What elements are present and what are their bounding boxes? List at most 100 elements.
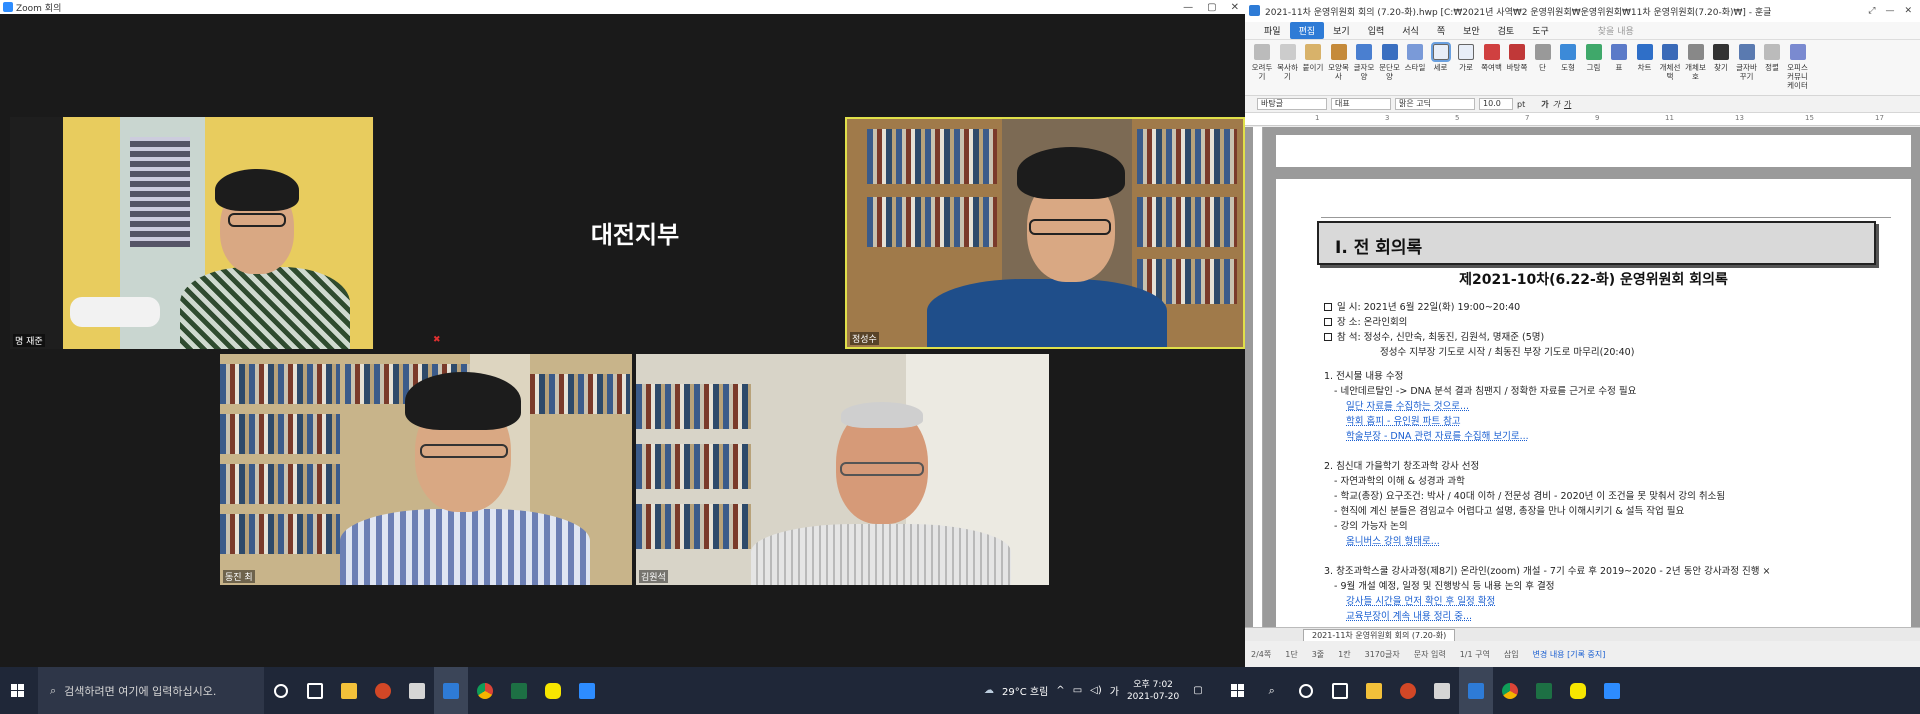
kakaotalk-icon-2[interactable] [1561, 667, 1595, 714]
notification-icon[interactable]: ▢ [1193, 685, 1202, 696]
taskbar-search[interactable]: ⌕ 검색하려면 여기에 입력하십시오. [38, 667, 264, 714]
char-shape-button[interactable]: 글자모양 [1353, 44, 1375, 81]
picture-icon [1585, 44, 1602, 60]
kakaotalk-icon[interactable] [536, 667, 570, 714]
format-copy-button[interactable]: 모양복사 [1328, 44, 1350, 81]
vertical-ruler[interactable] [1253, 127, 1263, 627]
sort-button[interactable]: 정렬 [1761, 44, 1783, 72]
portrait-button[interactable]: 세로 [1430, 42, 1452, 72]
close-icon[interactable]: ✕ [1904, 6, 1912, 16]
start-button-2[interactable] [1221, 667, 1255, 714]
chart-button[interactable]: 차트 [1634, 44, 1656, 72]
object-protect-button[interactable]: 개체보호 [1685, 44, 1707, 81]
para-shape-button[interactable]: 문단모양 [1379, 44, 1401, 81]
cut-button[interactable]: 오려두기 [1251, 44, 1273, 81]
menu-insert[interactable]: 입력 [1359, 22, 1394, 39]
paste-button[interactable]: 붙이기 [1302, 44, 1324, 72]
start-button[interactable] [0, 667, 34, 714]
bold-icon[interactable]: 가 [1541, 99, 1548, 110]
info-line: 참 석: 정성수, 신만숙, 최동진, 김원석, 명재준 (5명) [1324, 329, 1544, 343]
copy-button[interactable]: 복사하기 [1277, 44, 1299, 81]
object-select-button[interactable]: 개체선택 [1659, 44, 1681, 81]
video-tile-5[interactable]: 김원석 [636, 354, 1049, 585]
status-section: 1/1 구역 [1459, 649, 1490, 659]
menu-format[interactable]: 서식 [1393, 22, 1428, 39]
zoom-taskbar-icon-2[interactable] [1595, 667, 1629, 714]
cortana-icon[interactable] [264, 667, 298, 714]
maximize-icon[interactable]: ▢ [1207, 2, 1216, 13]
close-icon[interactable]: ✕ [1231, 2, 1239, 13]
video-tile-1[interactable]: 명 재준 [10, 117, 374, 349]
style-button[interactable]: 스타일 [1404, 44, 1426, 72]
menu-page[interactable]: 쪽 [1428, 22, 1454, 39]
network-icon[interactable]: ▭ [1073, 685, 1082, 696]
horizontal-ruler[interactable]: 135 7 9 11 13 15 17 [1245, 113, 1920, 126]
minutes-line: 3. 창조과학스쿨 강사과정(제8기) 온라인(zoom) 개설 - 7기 수료… [1324, 566, 1771, 577]
video-tile-3[interactable]: 정성수 [845, 117, 1245, 349]
landscape-button[interactable]: 가로 [1455, 44, 1477, 72]
columns-button[interactable]: 단 [1532, 44, 1554, 72]
document-title: 제2021-10차(6.22-화) 운영위원회 회의록 [1459, 272, 1728, 288]
search-icon[interactable]: ⌕ [1255, 667, 1289, 714]
italic-icon[interactable]: 가 [1553, 99, 1560, 110]
table-button[interactable]: 표 [1608, 44, 1630, 72]
task-view-icon[interactable] [298, 667, 332, 714]
volume-icon[interactable]: ◁) [1090, 685, 1102, 696]
zoom-taskbar-icon[interactable] [570, 667, 604, 714]
menu-edit[interactable]: 편집 [1289, 22, 1325, 39]
hwp-title: 2021-11차 운영위원회 회의 (7.20-화).hwp [C:₩2021년… [1265, 7, 1772, 18]
store-icon-2[interactable] [1425, 667, 1459, 714]
menu-view[interactable]: 보기 [1324, 22, 1359, 39]
task-view-icon-2[interactable] [1323, 667, 1357, 714]
menu-file[interactable]: 파일 [1255, 22, 1290, 39]
shape-button[interactable]: 도형 [1557, 44, 1579, 72]
file-explorer-icon-2[interactable] [1357, 667, 1391, 714]
para-shape-icon [1381, 44, 1398, 60]
ime-indicator[interactable]: 가 [1110, 683, 1119, 698]
object-select-icon [1662, 44, 1678, 60]
underline-icon[interactable]: 가 [1564, 99, 1571, 110]
chrome-icon-2[interactable] [1493, 667, 1527, 714]
video-tile-2[interactable]: 대전지부 ✖ [425, 117, 845, 349]
chevron-up-icon[interactable]: ^ [1056, 685, 1064, 696]
store-icon[interactable] [400, 667, 434, 714]
minutes-line: - 9월 개설 예정, 일정 및 진행방식 등 내용 논의 후 결정 [1334, 581, 1555, 592]
hwp-taskbar-icon[interactable] [434, 667, 468, 714]
clock[interactable]: 오후 7:02 2021-07-20 [1127, 679, 1179, 703]
video-tile-4[interactable]: 동진 최 [220, 354, 632, 585]
para-select[interactable]: 대표 [1331, 98, 1391, 110]
excel-icon[interactable] [502, 667, 536, 714]
restore-icon[interactable]: ⤢ [1868, 6, 1875, 16]
margin-button[interactable]: 쪽여백 [1481, 44, 1503, 72]
minutes-line: - 학교(총장) 요구조건: 박사 / 40대 이하 / 전문성 겸비 - 20… [1334, 491, 1726, 502]
document-page[interactable]: Ⅰ. 전 회의록 제2021-10차(6.22-화) 운영위원회 회의록 일 시… [1276, 179, 1911, 627]
cortana-icon-2[interactable] [1289, 667, 1323, 714]
powerpoint-icon[interactable] [366, 667, 400, 714]
zoom-window: Zoom 회의 — ▢ ✕ 명 재준 대전지부 ✖ 정성수 동진 최 김원석 [0, 0, 1245, 667]
menu-review[interactable]: 검토 [1489, 22, 1524, 39]
search-icon: ⌕ [50, 683, 57, 697]
menu-tools[interactable]: 도구 [1523, 22, 1558, 39]
minimize-icon[interactable]: — [1183, 2, 1193, 13]
file-explorer-icon[interactable] [332, 667, 366, 714]
find-button[interactable]: 찾기 [1710, 44, 1732, 72]
picture-button[interactable]: 그림 [1583, 44, 1605, 72]
excel-icon-2[interactable] [1527, 667, 1561, 714]
minimize-icon[interactable]: — [1885, 6, 1894, 16]
style-select[interactable]: 바탕글 [1257, 98, 1327, 110]
minutes-line: 학술부장 - DNA 관련 자료를 수집해 보기로... [1346, 431, 1529, 442]
menu-search[interactable]: 찾을 내용 [1598, 24, 1634, 37]
master-page-button[interactable]: 바탕쪽 [1506, 44, 1528, 72]
participant-name: 명 재준 [13, 334, 45, 347]
office-communicator-button[interactable]: 오피스커뮤니케이터 [1787, 44, 1809, 90]
menu-security[interactable]: 보안 [1454, 22, 1489, 39]
document-workspace[interactable]: Ⅰ. 전 회의록 제2021-10차(6.22-화) 운영위원회 회의록 일 시… [1245, 127, 1920, 627]
size-input[interactable]: 10.0 [1479, 98, 1513, 110]
font-select[interactable]: 맑은 고딕 [1395, 98, 1475, 110]
chrome-icon[interactable] [468, 667, 502, 714]
hwp-taskbar-icon-2[interactable] [1458, 667, 1493, 714]
powerpoint-icon-2[interactable] [1391, 667, 1425, 714]
weather[interactable]: 29°C 흐림 [1002, 683, 1048, 698]
replace-button[interactable]: 글자바꾸기 [1736, 44, 1758, 81]
communicator-icon [1789, 44, 1806, 60]
